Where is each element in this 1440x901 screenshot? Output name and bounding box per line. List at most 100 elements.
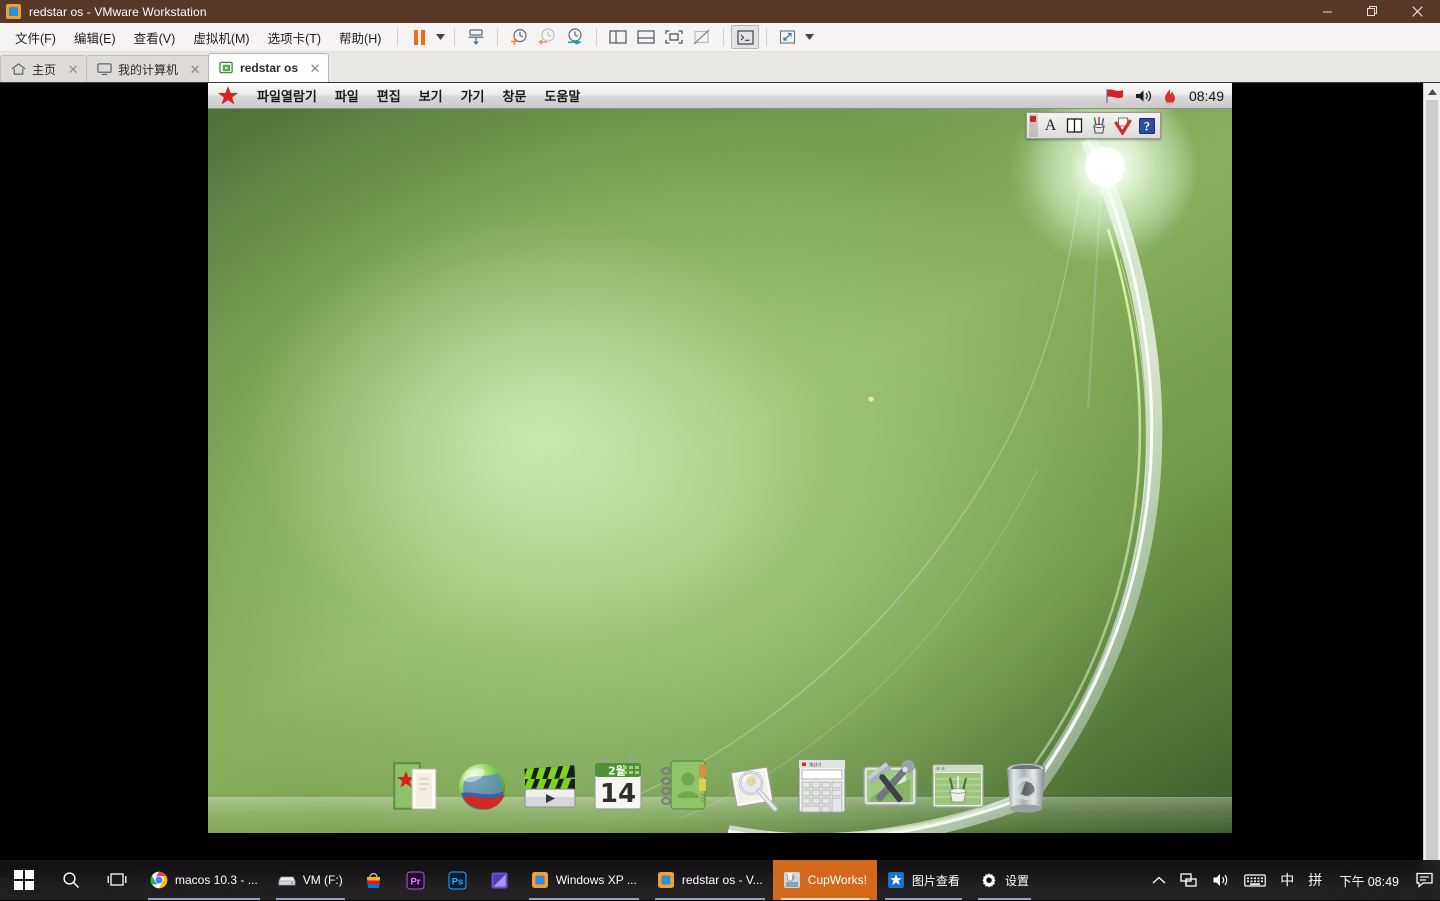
menu-tabs[interactable]: 选项卡(T) — [259, 24, 330, 51]
tab-close-icon[interactable]: ✕ — [66, 63, 80, 76]
svg-text:계산기: 계산기 — [809, 761, 821, 768]
taskbar-item-cupworks[interactable]: CupWorks! — [773, 860, 877, 900]
expand-diagonal-icon — [779, 29, 797, 45]
power-dropdown[interactable] — [433, 25, 447, 49]
taskbar-item-redstar-os-label: redstar os - V... — [682, 873, 763, 887]
tab-redstar-os[interactable]: redstar os ✕ — [208, 53, 329, 82]
taskbar-item-vm-drive[interactable]: VM (F:) — [268, 860, 353, 900]
flag-icon[interactable] — [1105, 88, 1125, 104]
toolbar-divider — [596, 28, 597, 46]
ime-drag-handle[interactable] — [1029, 114, 1038, 137]
dock-web-browser[interactable] — [451, 755, 513, 815]
console-view-button[interactable] — [731, 25, 759, 49]
close-button[interactable] — [1395, 0, 1440, 23]
taskbar-item-windows-xp[interactable]: Windows XP ... — [521, 860, 647, 900]
task-view-icon[interactable] — [94, 860, 140, 900]
premiere-icon[interactable]: Pr — [395, 860, 437, 900]
ime-floating-toolbar[interactable]: A — [1026, 112, 1161, 139]
suspend-button[interactable] — [405, 25, 433, 49]
touch-keyboard-icon[interactable] — [1237, 860, 1273, 900]
unity-off-icon — [693, 29, 711, 45]
dock-file-manager[interactable] — [383, 755, 445, 815]
tab-home[interactable]: 主页 ✕ — [0, 55, 87, 82]
menu-edit[interactable]: 编辑(E) — [65, 24, 125, 51]
menu-view[interactable]: 查看(V) — [125, 24, 185, 51]
dock-settings[interactable] — [859, 755, 921, 815]
menu-help[interactable]: 帮助(H) — [330, 24, 390, 51]
scrollbar-track[interactable] — [1424, 100, 1440, 861]
dock-office[interactable] — [927, 755, 989, 815]
guest-menu-window[interactable]: 창문 — [494, 84, 536, 107]
red-star-icon[interactable] — [218, 86, 238, 106]
toolbar-divider — [454, 28, 455, 46]
guest-screen[interactable]: 파일열람기 파일 편집 보기 가기 창문 도움말 — [208, 83, 1232, 833]
show-thumbnail-bar-button[interactable] — [632, 25, 660, 49]
scroll-up-button[interactable] — [1424, 83, 1440, 100]
guest-menu-file[interactable]: 파일 — [326, 84, 368, 107]
menu-vm[interactable]: 虚拟机(M) — [184, 24, 258, 51]
ime-input-mode-button[interactable]: A — [1039, 114, 1062, 137]
unity-mode-button[interactable] — [688, 25, 716, 49]
send-ctrl-alt-del-button[interactable] — [462, 25, 490, 49]
tab-my-computer[interactable]: 我的计算机 ✕ — [86, 55, 209, 82]
taskbar-item-macos[interactable]: macos 10.3 - ... — [140, 860, 268, 900]
vm-viewport-area[interactable]: 파일열람기 파일 편집 보기 가기 창문 도움말 — [0, 83, 1440, 878]
taskbar-item-settings[interactable]: 设置 — [970, 860, 1039, 900]
ime-pinyin-label: 拼 — [1308, 870, 1322, 890]
dock-media-player[interactable] — [519, 755, 581, 815]
window-titlebar[interactable]: redstar os - VMware Workstation — [0, 0, 1440, 23]
chrome-icon — [150, 871, 168, 889]
ime-mode-icon[interactable]: 中 — [1273, 860, 1301, 900]
scrollbar-thumb[interactable] — [1426, 100, 1438, 861]
flame-icon[interactable] — [1163, 88, 1177, 105]
dock-contacts[interactable] — [655, 755, 717, 815]
network-icon[interactable] — [1173, 860, 1205, 900]
guest-tray: 08:49 — [1105, 83, 1224, 109]
dock-calendar[interactable]: 2월 14 — [587, 755, 649, 815]
guest-menu-help[interactable]: 도움말 — [535, 84, 589, 107]
dock-search[interactable] — [723, 755, 785, 815]
tab-close-icon[interactable]: ✕ — [308, 62, 322, 75]
dock-calculator[interactable]: 계산기 — [791, 755, 853, 815]
ime-stamp-button[interactable] — [1111, 114, 1134, 137]
volume-icon[interactable] — [1134, 88, 1154, 104]
blue-star-icon — [887, 871, 905, 889]
menu-file[interactable]: 文件(F) — [6, 24, 65, 51]
guest-menu-edit[interactable]: 편집 — [368, 84, 410, 107]
minimize-button[interactable] — [1305, 0, 1350, 23]
snapshot-manager-button[interactable] — [561, 25, 589, 49]
stretch-dropdown[interactable] — [802, 25, 816, 49]
dock-trash[interactable] — [995, 755, 1057, 815]
guest-menu-file-browser[interactable]: 파일열람기 — [248, 84, 326, 107]
vm-vertical-scrollbar[interactable] — [1423, 83, 1440, 878]
tab-close-icon[interactable]: ✕ — [188, 63, 202, 76]
microsoft-store-icon[interactable] — [353, 860, 395, 900]
purple-app-icon[interactable] — [479, 860, 521, 900]
fullscreen-button[interactable] — [660, 25, 688, 49]
taskbar-clock[interactable]: 下午 08:49 — [1329, 860, 1409, 900]
photoshop-icon[interactable]: Ps — [437, 860, 479, 900]
taskbar-item-image-viewer[interactable]: 图片查看 — [877, 860, 970, 900]
show-library-button[interactable] — [604, 25, 632, 49]
trash-bin-icon — [1001, 759, 1051, 815]
ime-panel-button[interactable] — [1063, 114, 1086, 137]
take-snapshot-button[interactable] — [505, 25, 533, 49]
show-hidden-icons-button[interactable] — [1145, 860, 1173, 900]
search-icon[interactable] — [48, 860, 94, 900]
ime-help-button[interactable]: ? — [1135, 114, 1158, 137]
ime-penbox-button[interactable] — [1087, 114, 1110, 137]
ime-pinyin-icon[interactable]: 拼 — [1301, 860, 1329, 900]
guest-clock[interactable]: 08:49 — [1189, 88, 1224, 104]
restore-button[interactable] — [1350, 0, 1395, 23]
revert-snapshot-button[interactable] — [533, 25, 561, 49]
volume-icon[interactable] — [1205, 860, 1237, 900]
guest-menu-view[interactable]: 보기 — [410, 84, 452, 107]
console-icon — [737, 30, 754, 45]
windows-taskbar: macos 10.3 - ... VM (F:) Pr Ps — [0, 860, 1440, 900]
taskbar-item-redstar-os[interactable]: redstar os - V... — [647, 860, 773, 900]
stretch-guest-button[interactable] — [774, 25, 802, 49]
desktop-wallpaper[interactable]: A — [208, 109, 1232, 833]
action-center-icon[interactable] — [1409, 860, 1440, 900]
start-button[interactable] — [0, 860, 48, 900]
guest-menu-go[interactable]: 가기 — [452, 84, 494, 107]
